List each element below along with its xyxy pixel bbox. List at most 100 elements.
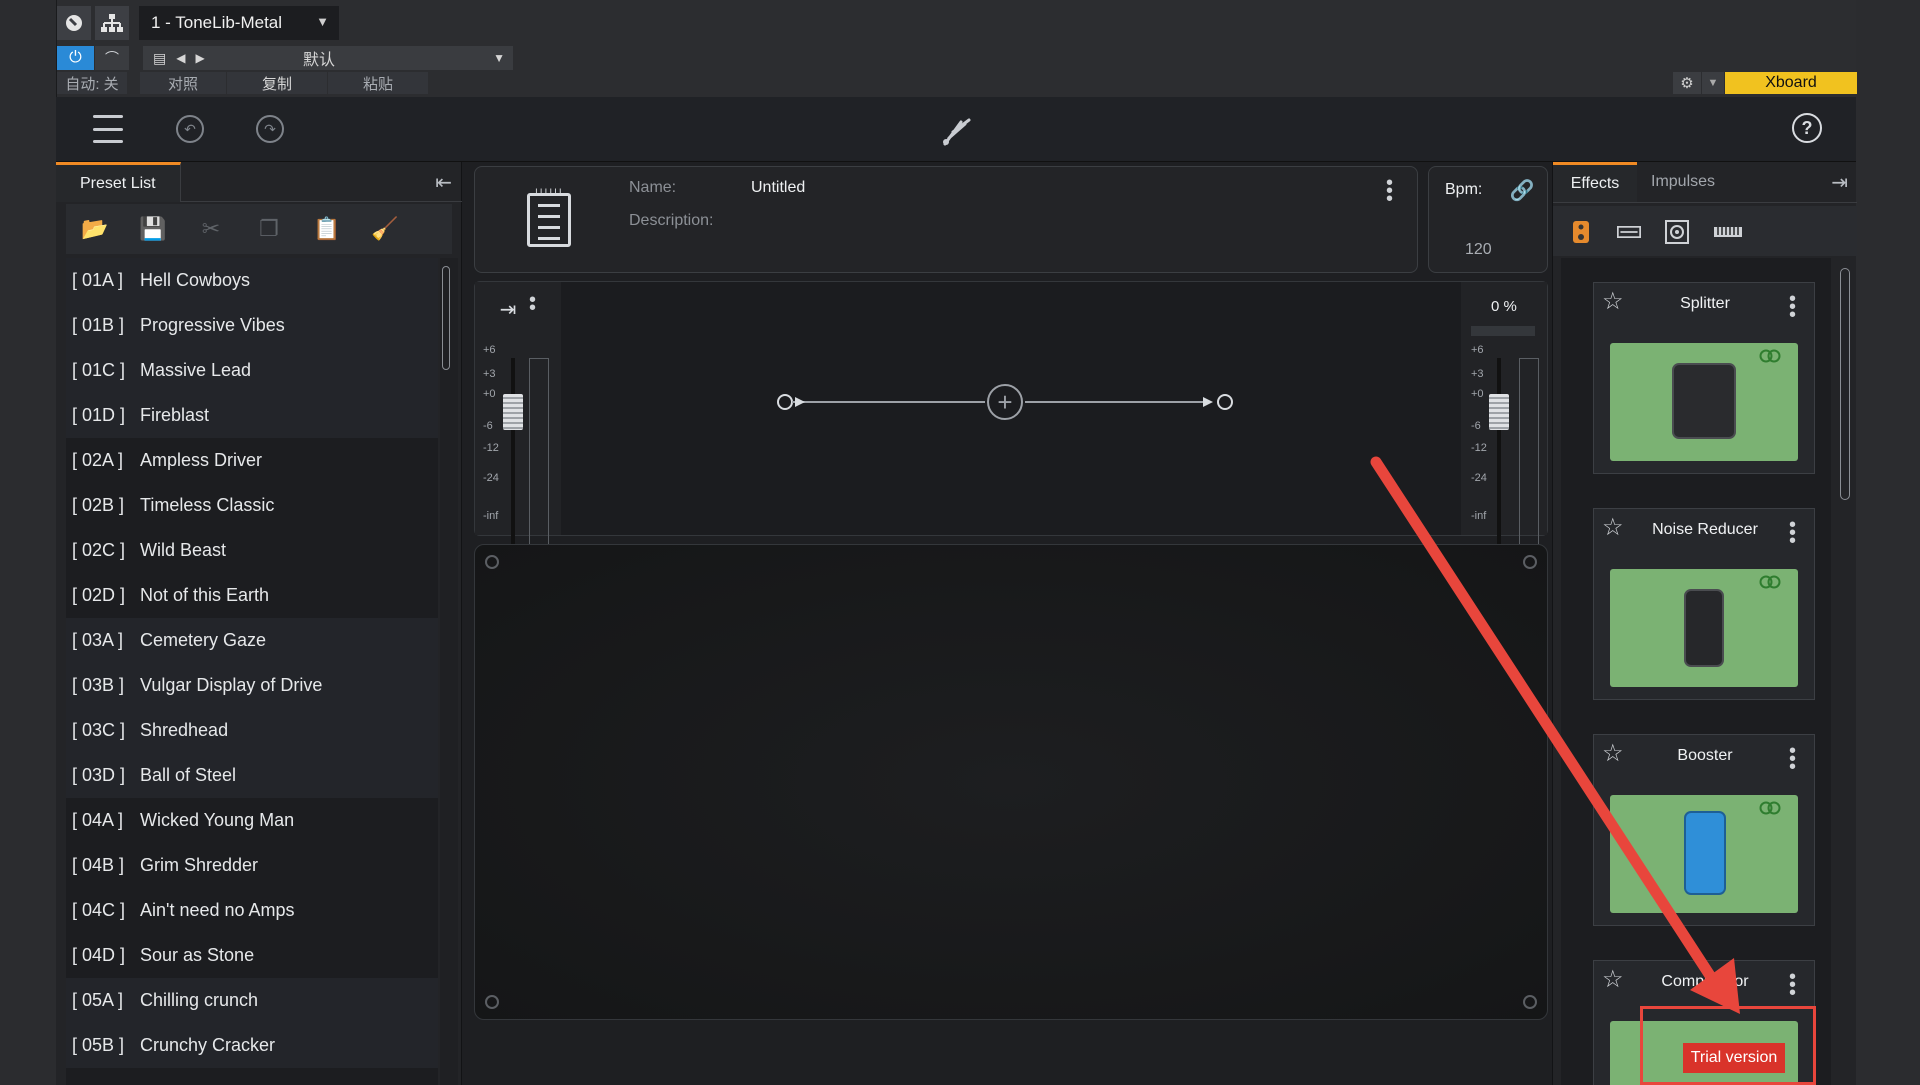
open-folder-icon[interactable]: 📂: [66, 216, 124, 242]
effect-card-splitter[interactable]: ☆ Splitter • • •: [1593, 282, 1815, 474]
save-icon[interactable]: 💾: [124, 216, 182, 242]
preset-browser-icon[interactable]: ▤: [153, 50, 166, 67]
speaker-category-icon[interactable]: [1665, 220, 1689, 244]
bypass-power-button[interactable]: ⏻: [57, 46, 94, 70]
effect-more-icon[interactable]: • • •: [1789, 741, 1796, 777]
stompbox-category-icon[interactable]: [1569, 220, 1593, 244]
host-preset-name[interactable]: 默认: [303, 46, 335, 70]
preset-row[interactable]: [ 03C ] Shredhead: [66, 708, 438, 753]
tab-effects[interactable]: Effects: [1553, 162, 1637, 202]
chevron-down-icon[interactable]: ▼: [1702, 72, 1724, 94]
effects-scrollbar[interactable]: [1840, 268, 1850, 500]
compare-button[interactable]: 对照: [140, 72, 226, 94]
preset-name: Massive Lead: [140, 360, 252, 380]
preset-name: Ain't need no Amps: [140, 900, 295, 920]
preset-scroll-track[interactable]: [440, 258, 458, 1085]
preset-row[interactable]: [ 01C ] Massive Lead: [66, 348, 438, 393]
copy-button[interactable]: 复制: [227, 72, 327, 94]
host-actions: 自动: 关 对照 复制 粘贴: [57, 72, 429, 94]
preset-name: Not of this Earth: [140, 585, 270, 605]
preset-row[interactable]: [ 02C ] Wild Beast: [66, 528, 438, 573]
effect-more-icon[interactable]: • • •: [1789, 289, 1796, 325]
info-more-icon[interactable]: • • •: [1386, 173, 1393, 209]
tuner-icon[interactable]: [936, 111, 976, 151]
preset-panel: Preset List ⇤ 📂 💾 ✂ ❐ 📋 🧹 [ 01A ] Hell Co…: [56, 162, 462, 1085]
gear-icon[interactable]: ⚙: [1673, 72, 1701, 94]
preset-row[interactable]: [ 02A ] Ampless Driver: [66, 438, 438, 483]
effect-thumbnail[interactable]: [1610, 795, 1798, 913]
rack-category-icon[interactable]: [1617, 220, 1641, 244]
preset-name: Progressive Vibes: [140, 315, 285, 335]
meter-scale-label: -12: [483, 442, 499, 454]
preset-code: [ 04D ]: [72, 945, 126, 965]
preset-row[interactable]: [ 01D ] Fireblast: [66, 393, 438, 438]
effect-more-icon[interactable]: • • •: [1789, 967, 1796, 1003]
redo-icon[interactable]: ↷: [256, 115, 284, 143]
preset-row[interactable]: [ 04C ] Ain't need no Amps: [66, 888, 438, 933]
preset-row[interactable]: [ 02B ] Timeless Classic: [66, 483, 438, 528]
add-effect-icon[interactable]: +: [987, 384, 1023, 420]
preset-name: Fireblast: [140, 405, 210, 425]
xboard-button[interactable]: Xboard: [1725, 72, 1857, 94]
collapse-left-icon[interactable]: ⇤: [435, 170, 452, 195]
preset-row[interactable]: [ 03B ] Vulgar Display of Drive: [66, 663, 438, 708]
paste-button[interactable]: 粘贴: [328, 72, 428, 94]
copy-icon[interactable]: ❐: [240, 216, 298, 242]
input-icon[interactable]: ⇥: [493, 294, 523, 324]
link-icon[interactable]: 🔗: [1509, 177, 1535, 203]
cut-icon[interactable]: ✂: [182, 216, 240, 242]
preset-code: [ 02D ]: [72, 585, 126, 605]
help-icon[interactable]: ?: [1792, 113, 1822, 143]
output-gain-fader[interactable]: [1489, 394, 1509, 430]
paste-icon[interactable]: 📋: [298, 216, 356, 242]
bpm-value[interactable]: 120: [1465, 241, 1492, 259]
preset-row[interactable]: [ 01B ] Progressive Vibes: [66, 303, 438, 348]
effect-more-icon[interactable]: • • •: [1789, 515, 1796, 551]
tab-preset-list[interactable]: Preset List: [56, 162, 181, 202]
meter-scale-label: -24: [1471, 472, 1487, 484]
amp-cabinet-area[interactable]: [474, 544, 1548, 1020]
track-selector[interactable]: 1 - ToneLib-Metal ▼: [139, 6, 339, 40]
routing-icon[interactable]: [95, 6, 129, 40]
input-gain-fader[interactable]: [503, 394, 523, 430]
keyboard-category-icon[interactable]: [1713, 220, 1743, 244]
input-more-icon[interactable]: • •: [529, 290, 536, 318]
effect-thumbnail[interactable]: [1610, 569, 1798, 687]
tab-impulses[interactable]: Impulses: [1651, 162, 1715, 202]
prev-preset-icon[interactable]: ◀: [176, 51, 185, 65]
screw-icon: [1523, 555, 1537, 569]
undo-icon[interactable]: ↶: [176, 115, 204, 143]
preset-row[interactable]: [ 03A ] Cemetery Gaze: [66, 618, 438, 663]
preset-code: [ 04B ]: [72, 855, 125, 875]
preset-row[interactable]: [ 04D ] Sour as Stone: [66, 933, 438, 978]
preset-row[interactable]: [ 01A ] Hell Cowboys: [66, 258, 438, 303]
preset-row[interactable]: [ 05A ] Chilling crunch: [66, 978, 438, 1023]
chevron-down-icon[interactable]: ▼: [493, 51, 505, 65]
preset-row[interactable]: [ 03D ] Ball of Steel: [66, 753, 438, 798]
preset-row[interactable]: [ 05B ] Crunchy Cracker: [66, 1023, 438, 1068]
annotation-highlight-box: [1640, 1006, 1816, 1085]
effect-thumbnail[interactable]: [1610, 343, 1798, 461]
effect-card-booster[interactable]: ☆ Booster • • •: [1593, 734, 1815, 926]
stereo-link-icon: [1759, 575, 1781, 589]
effect-card-noise-reducer[interactable]: ☆ Noise Reducer • • •: [1593, 508, 1815, 700]
link-arc-button[interactable]: ⌒: [95, 46, 129, 70]
booster-pedal-icon: [1684, 811, 1726, 895]
meter-scale-label: -inf: [483, 510, 499, 522]
output-level-meter: [1519, 358, 1539, 558]
preset-row[interactable]: [ 02D ] Not of this Earth: [66, 573, 438, 618]
splitter-pedal-icon: [1672, 363, 1736, 439]
menu-icon[interactable]: [92, 115, 124, 143]
noise-reducer-pedal-icon: [1684, 589, 1724, 667]
auto-toggle[interactable]: 自动: 关: [57, 72, 127, 94]
preset-row[interactable]: [ 04A ] Wicked Young Man: [66, 798, 438, 843]
effect-title: Splitter: [1680, 295, 1730, 312]
next-preset-icon[interactable]: ▶: [195, 51, 204, 65]
preset-row[interactable]: [ 04B ] Grim Shredder: [66, 843, 438, 888]
plugin-power-icon[interactable]: [57, 6, 91, 40]
name-field[interactable]: Untitled: [751, 179, 805, 197]
clean-brush-icon[interactable]: 🧹: [356, 216, 414, 242]
collapse-right-icon[interactable]: ⇥: [1831, 170, 1848, 195]
screw-icon: [1523, 995, 1537, 1009]
preset-scrollbar[interactable]: [442, 266, 450, 370]
